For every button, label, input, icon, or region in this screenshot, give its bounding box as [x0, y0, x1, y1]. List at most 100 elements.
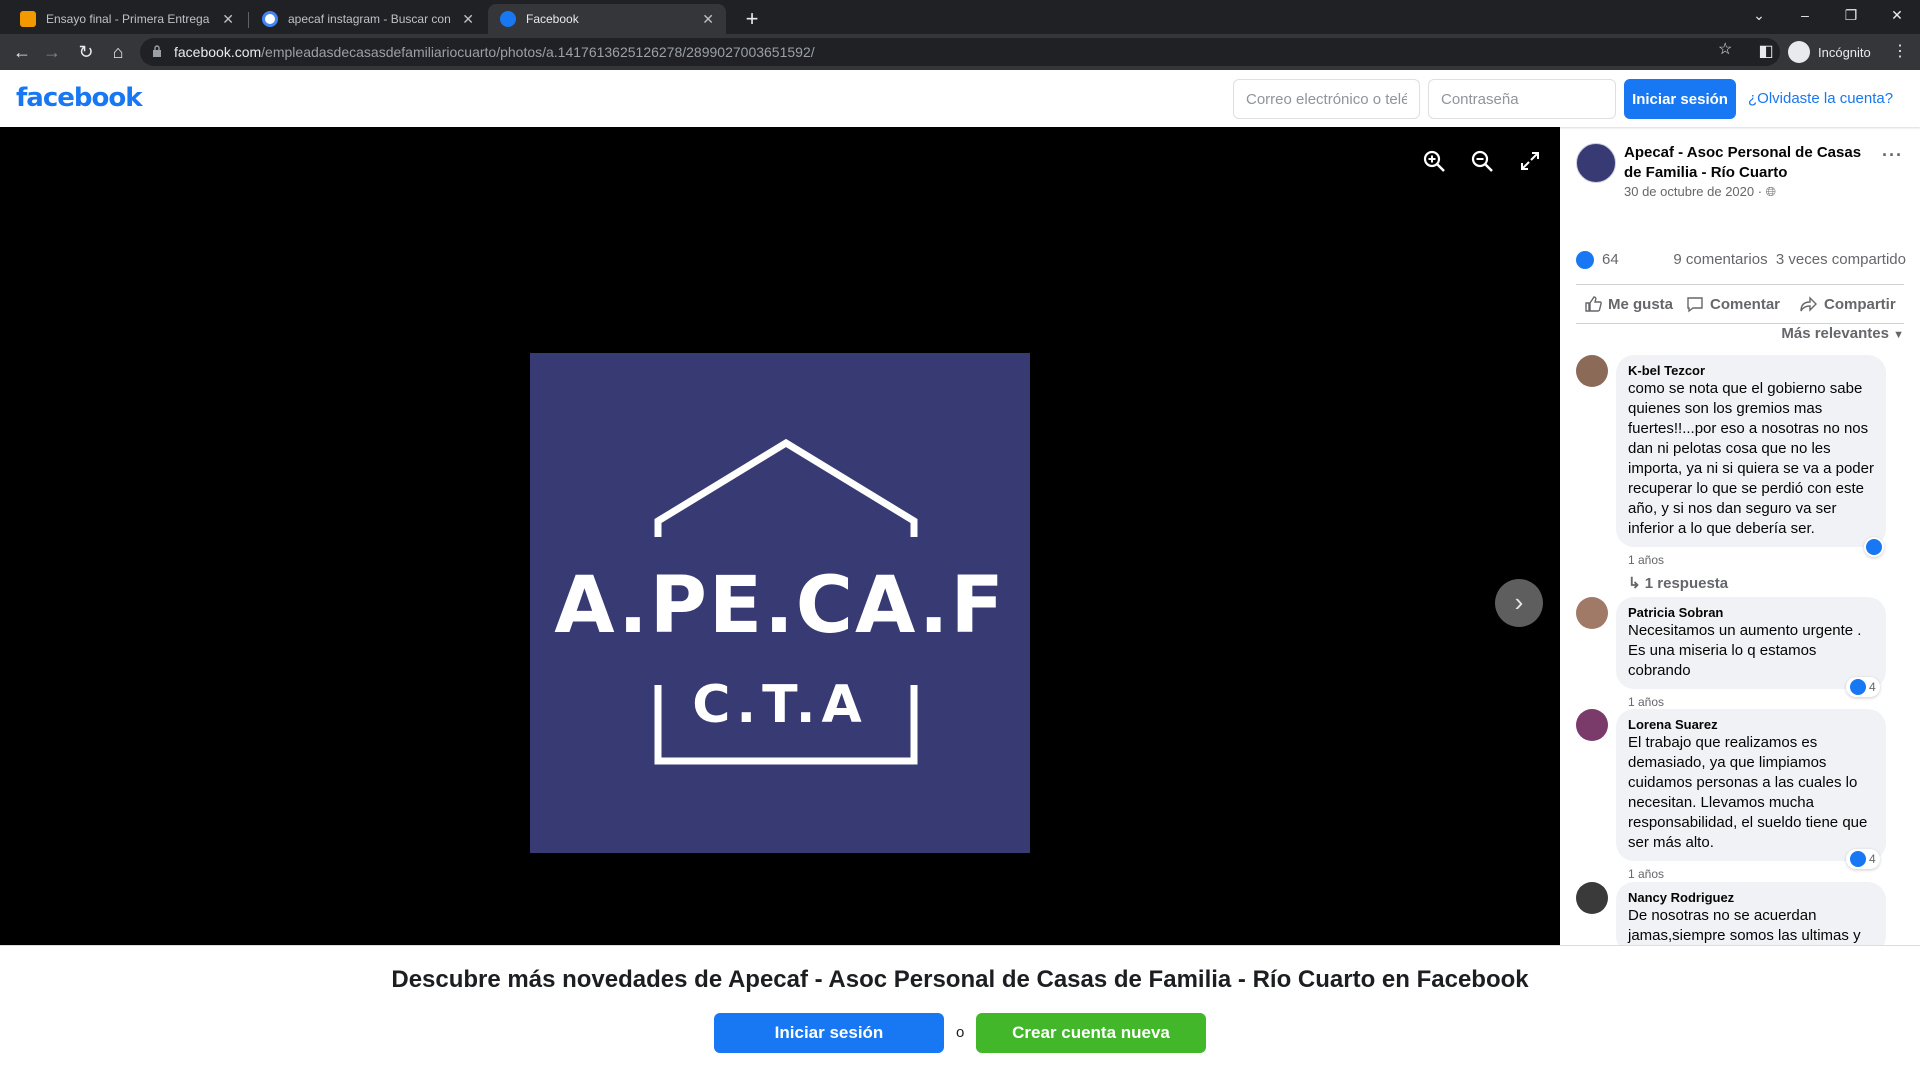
tab-title: apecaf instagram - Buscar con Google [288, 12, 454, 26]
url-text: facebook.com/empleadasdecasasdefamiliari… [174, 44, 815, 60]
forward-icon[interactable]: → [38, 38, 66, 66]
forgot-account-link[interactable]: ¿Olvidaste la cuenta? [1748, 90, 1893, 107]
thumbs-up-icon [1585, 296, 1602, 312]
comment-reaction-badge[interactable]: 4 [1846, 849, 1880, 869]
comment-sort-dropdown[interactable]: Más relevantes ▼ [1781, 325, 1904, 342]
create-account-button[interactable]: Crear cuenta nueva [976, 1013, 1206, 1053]
home-icon[interactable]: ⌂ [104, 38, 132, 66]
lock-icon [153, 45, 161, 57]
fullscreen-icon[interactable] [1516, 147, 1544, 175]
more-options-icon[interactable]: ··· [1882, 145, 1903, 166]
url-path: /empleadasdecasasdefamiliariocuarto/phot… [261, 44, 815, 60]
page-name[interactable]: Apecaf - Asoc Personal de Casas de Famil… [1624, 143, 1874, 183]
side-panel-icon[interactable]: ◧ [1752, 38, 1780, 66]
comment-text: Necesitamos un aumento urgente . Es una … [1628, 622, 1862, 679]
password-field[interactable] [1428, 79, 1616, 119]
back-icon[interactable]: ← [8, 38, 36, 66]
new-tab-button[interactable]: + [738, 5, 766, 33]
photo-viewer: A.PE.CA.F C.T.A › [0, 127, 1560, 945]
commenter-avatar[interactable] [1576, 882, 1608, 914]
comment-bubble: Patricia Sobran Necesitamos un aumento u… [1616, 597, 1886, 689]
browser-menu-icon[interactable]: ⋮ [1886, 38, 1914, 66]
bookmark-star-icon[interactable]: ☆ [1718, 39, 1732, 59]
tab-google-search[interactable]: apecaf instagram - Buscar con Google ✕ [250, 4, 486, 34]
like-reaction-icon [1850, 679, 1866, 695]
comment-button[interactable]: Comentar [1686, 285, 1780, 323]
incognito-indicator[interactable]: Incógnito [1788, 39, 1871, 65]
commenter-name[interactable]: K-bel Tezcor [1628, 363, 1874, 379]
comment-icon [1687, 297, 1703, 313]
login-button[interactable]: Iniciar sesión [1624, 79, 1736, 119]
email-field[interactable] [1233, 79, 1420, 119]
tab-search-icon[interactable]: ⌄ [1736, 0, 1782, 30]
commenter-avatar[interactable] [1576, 597, 1608, 629]
tab-title: Ensayo final - Primera Entrega [46, 12, 210, 26]
logo-main-text: A.PE.CA.F [554, 561, 1006, 651]
comment-bubble: K-bel Tezcor como se nota que el gobiern… [1616, 355, 1886, 547]
comments-count: 9 comentarios [1673, 251, 1768, 268]
share-icon [1800, 296, 1817, 312]
banner-login-button[interactable]: Iniciar sesión [714, 1013, 944, 1053]
facebook-favicon-icon [500, 11, 516, 27]
zoom-in-icon[interactable] [1420, 147, 1448, 175]
comment-text: De nosotras no se acuerdan jamas,siempre… [1628, 907, 1861, 944]
facebook-logo[interactable]: facebook [16, 83, 143, 113]
commenter-avatar[interactable] [1576, 709, 1608, 741]
reaction-count: 4 [1869, 680, 1876, 694]
comments-shares-count[interactable]: 9 comentarios 3 veces compartido [1673, 251, 1906, 268]
comment-text: El trabajo que realizamos es demasiado, … [1628, 734, 1868, 851]
next-photo-button[interactable]: › [1495, 579, 1543, 627]
page-avatar[interactable] [1576, 143, 1616, 183]
close-icon[interactable]: ✕ [462, 11, 474, 28]
caret-down-icon: ▼ [1893, 329, 1904, 341]
comment-reaction-badge[interactable]: 4 [1846, 677, 1880, 697]
slides-icon [20, 11, 36, 27]
tab-divider [248, 12, 249, 28]
shares-count: 3 veces compartido [1775, 251, 1906, 268]
post-details-panel: Apecaf - Asoc Personal de Casas de Famil… [1560, 127, 1920, 945]
incognito-icon [1788, 41, 1810, 63]
restore-icon[interactable]: ❐ [1828, 0, 1874, 30]
post-date-text: 30 de octubre de 2020 · [1624, 184, 1766, 199]
commenter-avatar[interactable] [1576, 355, 1608, 387]
reload-icon[interactable]: ↻ [72, 38, 100, 66]
comment-reaction-badge[interactable] [1864, 537, 1884, 557]
comment-time[interactable]: 1 años [1628, 867, 1664, 881]
commenter-name[interactable]: Patricia Sobran [1628, 605, 1874, 621]
share-label: Compartir [1824, 295, 1896, 313]
comment-time[interactable]: 1 años [1628, 553, 1664, 567]
commenter-name[interactable]: Nancy Rodriguez [1628, 890, 1874, 906]
comment-text: como se nota que el gobierno sabe quiene… [1628, 380, 1874, 537]
comment-time[interactable]: 1 años [1628, 695, 1664, 709]
globe-icon: 🌐︎ [1765, 184, 1777, 199]
tab-facebook[interactable]: Facebook ✕ [488, 4, 726, 34]
like-reaction-icon [1576, 251, 1594, 269]
commenter-name[interactable]: Lorena Suarez [1628, 717, 1874, 733]
like-reaction-icon [1866, 539, 1882, 555]
sort-label: Más relevantes [1781, 325, 1889, 342]
replies-count: 1 respuesta [1644, 575, 1729, 592]
post-action-bar: Me gusta Comentar Compartir [1576, 284, 1904, 324]
apecaf-logo-image: A.PE.CA.F C.T.A [530, 353, 1030, 853]
view-replies-link[interactable]: ↳ 1 respuesta [1628, 574, 1728, 592]
share-button[interactable]: Compartir [1800, 285, 1896, 323]
comment-bubble: Nancy Rodriguez De nosotras no se acuerd… [1616, 882, 1886, 945]
close-icon[interactable]: ✕ [222, 11, 234, 28]
google-icon [262, 11, 278, 27]
tab-title: Facebook [526, 12, 579, 26]
like-button[interactable]: Me gusta [1584, 285, 1673, 323]
comment-bubble: Lorena Suarez El trabajo que realizamos … [1616, 709, 1886, 861]
minimize-icon[interactable]: – [1782, 0, 1828, 30]
like-count[interactable]: 64 [1602, 251, 1619, 268]
tab-ensayo[interactable]: Ensayo final - Primera Entrega ✕ [8, 4, 246, 34]
login-prompt-banner: Descubre más novedades de Apecaf - Asoc … [0, 945, 1920, 1080]
logo-sub-text: C.T.A [692, 675, 868, 735]
window-close-icon[interactable]: ✕ [1874, 0, 1920, 30]
close-icon[interactable]: ✕ [702, 11, 714, 28]
reaction-count: 4 [1869, 852, 1876, 866]
address-bar[interactable]: facebook.com/empleadasdecasasdefamiliari… [140, 38, 1780, 66]
zoom-out-icon[interactable] [1468, 147, 1496, 175]
post-date[interactable]: 30 de octubre de 2020 · 🌐︎ [1624, 184, 1776, 200]
reply-arrow-icon: ↳ [1628, 575, 1641, 592]
incognito-label: Incógnito [1818, 44, 1871, 60]
